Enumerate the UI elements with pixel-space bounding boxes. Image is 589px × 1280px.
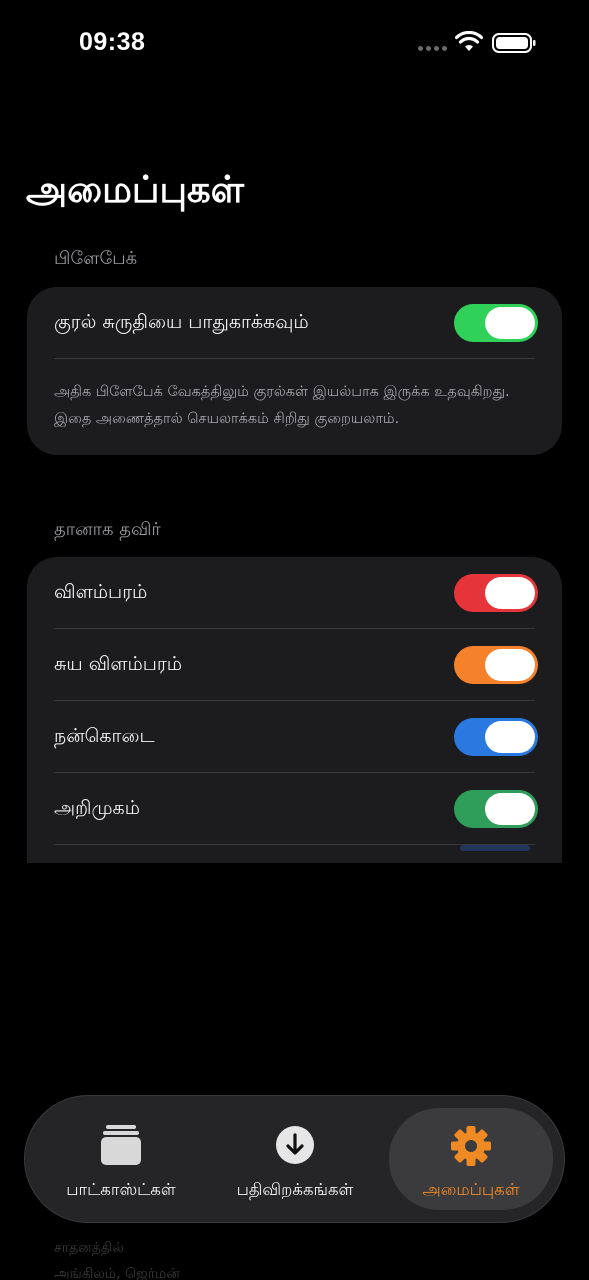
preserve-pitch-toggle[interactable] bbox=[454, 304, 538, 342]
skip-intro-toggle[interactable] bbox=[454, 790, 538, 828]
tab-downloads[interactable]: பதிவிறக்கங்கள் bbox=[215, 1108, 375, 1210]
playback-card: குரல் சுருதியை பாதுகாக்கவும் அதிக பிளேபே… bbox=[27, 287, 562, 455]
background-text-line-1: சாதனத்தில் bbox=[54, 1240, 124, 1256]
tab-downloads-label: பதிவிறக்கங்கள் bbox=[236, 1180, 354, 1199]
skip-sponsor-toggle[interactable] bbox=[454, 574, 538, 612]
divider bbox=[54, 358, 535, 359]
partial-toggle bbox=[460, 845, 530, 851]
download-arrow-icon bbox=[276, 1126, 314, 1164]
preserve-pitch-label: குரல் சுருதியை பாதுகாக்கவும் bbox=[54, 310, 309, 333]
cellular-signal-icon bbox=[418, 46, 447, 51]
section-title-auto-skip: தானாக தவிர் bbox=[54, 519, 161, 540]
gear-icon bbox=[451, 1126, 491, 1166]
skip-self-promo-row[interactable]: சுய விளம்பரம் bbox=[27, 629, 562, 701]
status-bar: 09:38 bbox=[0, 0, 589, 90]
page-title: அமைப்புகள் bbox=[26, 168, 245, 211]
skip-donation-toggle[interactable] bbox=[454, 718, 538, 756]
section-title-playback: பிளேபேக் bbox=[54, 248, 138, 269]
tab-settings[interactable]: அமைப்புகள் bbox=[389, 1108, 553, 1210]
skip-sponsor-label: விளம்பரம் bbox=[54, 580, 148, 603]
preserve-pitch-row[interactable]: குரல் சுருதியை பாதுகாக்கவும் bbox=[27, 287, 562, 359]
auto-skip-card: விளம்பரம் சுய விளம்பரம் நன்கொடை அறிமுகம் bbox=[27, 557, 562, 863]
skip-donation-label: நன்கொடை bbox=[54, 724, 155, 747]
tab-podcasts[interactable]: பாட்காஸ்ட்கள் bbox=[41, 1108, 201, 1210]
skip-intro-label: அறிமுகம் bbox=[54, 796, 141, 819]
background-text-line-2: அங்கிலம், ஜெர்மன் bbox=[54, 1266, 180, 1280]
skip-intro-row[interactable]: அறிமுகம் bbox=[27, 773, 562, 845]
tab-bar: பாட்காஸ்ட்கள் பதிவிறக்கங்கள் அமைப்புகள் bbox=[24, 1095, 565, 1223]
podcasts-stack-icon bbox=[101, 1125, 141, 1165]
skip-donation-row[interactable]: நன்கொடை bbox=[27, 701, 562, 773]
partial-next-row bbox=[27, 845, 562, 863]
wifi-icon bbox=[455, 31, 483, 51]
skip-self-promo-label: சுய விளம்பரம் bbox=[54, 652, 183, 675]
tab-settings-label: அமைப்புகள் bbox=[422, 1180, 520, 1199]
skip-self-promo-toggle[interactable] bbox=[454, 646, 538, 684]
tab-podcasts-label: பாட்காஸ்ட்கள் bbox=[66, 1180, 176, 1199]
status-time: 09:38 bbox=[79, 28, 146, 56]
preserve-pitch-description: அதிக பிளேபேக் வேகத்திலும் குரல்கள் இயல்ப… bbox=[54, 384, 510, 427]
skip-sponsor-row[interactable]: விளம்பரம் bbox=[27, 557, 562, 629]
battery-icon bbox=[492, 33, 536, 53]
